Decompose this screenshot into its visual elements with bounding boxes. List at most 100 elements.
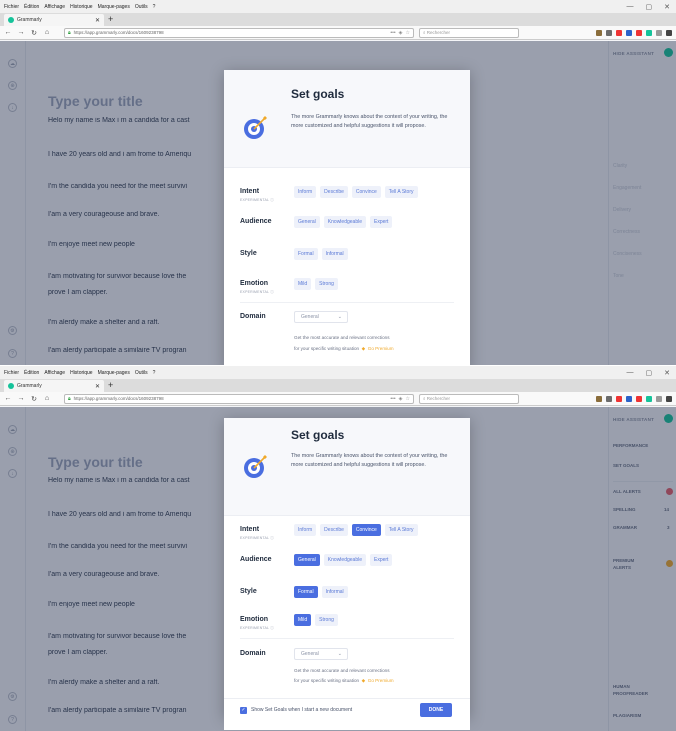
style-option[interactable]: Formal: [294, 248, 318, 260]
minimize-icon[interactable]: —: [627, 3, 634, 11]
emotion-option-selected[interactable]: Mild: [294, 614, 312, 626]
pocket-icon[interactable]: ◈: [399, 30, 403, 36]
audience-label: Audience: [240, 218, 272, 225]
menu-tools[interactable]: Outils: [135, 4, 148, 10]
reload-icon[interactable]: ↻: [30, 395, 38, 403]
library-icon[interactable]: [606, 395, 612, 402]
menu-hamburger-icon[interactable]: [666, 395, 672, 402]
menu-history[interactable]: Historique: [70, 4, 93, 10]
show-goals-checkbox[interactable]: ✓: [240, 707, 247, 714]
extension-pdf-icon[interactable]: [636, 29, 642, 36]
go-premium-link[interactable]: Go Premium: [368, 678, 394, 683]
style-options: Formal Informal: [294, 248, 348, 260]
search-input[interactable]: ⌕ Rechercher: [419, 27, 519, 38]
extension-red-icon[interactable]: [616, 29, 622, 36]
library-icon[interactable]: [606, 29, 612, 36]
menu-view[interactable]: Affichage: [44, 370, 65, 376]
download-icon[interactable]: [596, 29, 602, 36]
menu-help[interactable]: ?: [153, 370, 156, 376]
tab-title: Grammarly: [17, 383, 42, 389]
audience-option[interactable]: Knowledgeable: [323, 554, 366, 566]
intent-option-selected[interactable]: Convince: [351, 524, 381, 536]
intent-option[interactable]: Tell A Story: [384, 186, 418, 198]
menu-bar: Fichier Édition Affichage Historique Mar…: [0, 366, 676, 379]
forward-icon[interactable]: →: [17, 395, 25, 402]
page-actions-icon[interactable]: •••: [390, 396, 395, 402]
domain-select[interactable]: General ⌄: [294, 311, 348, 323]
menu-edit[interactable]: Édition: [24, 4, 39, 10]
maximize-icon[interactable]: ▢: [646, 3, 653, 11]
emotion-label: Emotion: [240, 280, 268, 287]
menu-help[interactable]: ?: [153, 4, 156, 10]
domain-note-line2: for your specific writing situation: [294, 346, 360, 351]
style-option[interactable]: Informal: [321, 586, 348, 598]
tab-close-icon[interactable]: ✕: [95, 17, 100, 24]
url-bar[interactable]: 🔒︎ https://app.grammarly.com/docs/160923…: [64, 393, 414, 404]
menu-bookmarks[interactable]: Marque-pages: [98, 4, 130, 10]
style-label: Style: [240, 588, 257, 595]
minimize-icon[interactable]: —: [627, 369, 634, 377]
new-tab-button[interactable]: +: [108, 14, 113, 24]
go-premium-link[interactable]: Go Premium: [368, 346, 394, 351]
menu-edit[interactable]: Édition: [24, 370, 39, 376]
window-controls: — ▢ ✕: [627, 369, 671, 377]
search-input[interactable]: ⌕ Rechercher: [419, 393, 519, 404]
extension-blue-icon[interactable]: [626, 395, 632, 402]
forward-icon[interactable]: →: [17, 29, 25, 36]
menu-bookmarks[interactable]: Marque-pages: [98, 370, 130, 376]
menu-hamburger-icon[interactable]: [666, 29, 672, 36]
audience-option[interactable]: General: [294, 216, 320, 228]
tab-grammarly[interactable]: Grammarly ✕: [4, 380, 104, 392]
intent-option[interactable]: Describe: [320, 186, 348, 198]
emotion-option[interactable]: Strong: [315, 614, 338, 626]
back-icon[interactable]: ←: [4, 29, 12, 36]
audience-option[interactable]: Knowledgeable: [323, 216, 366, 228]
audience-option[interactable]: Expert: [370, 554, 393, 566]
style-option-selected[interactable]: Formal: [294, 586, 318, 598]
emotion-option[interactable]: Strong: [315, 278, 338, 290]
menu-file[interactable]: Fichier: [4, 370, 19, 376]
menu-tools[interactable]: Outils: [135, 370, 148, 376]
pocket-icon[interactable]: ◈: [399, 396, 403, 402]
menu-view[interactable]: Affichage: [44, 4, 65, 10]
back-icon[interactable]: ←: [4, 395, 12, 402]
intent-option[interactable]: Describe: [320, 524, 348, 536]
extension-gray-icon[interactable]: [656, 29, 662, 36]
new-tab-button[interactable]: +: [108, 380, 113, 390]
menu-history[interactable]: Historique: [70, 370, 93, 376]
maximize-icon[interactable]: ▢: [646, 369, 653, 377]
close-window-icon[interactable]: ✕: [664, 3, 670, 11]
url-bar[interactable]: 🔒︎ https://app.grammarly.com/docs/160923…: [64, 27, 414, 38]
download-icon[interactable]: [596, 395, 602, 402]
extensions-toolbar: [596, 395, 672, 402]
done-button[interactable]: DONE: [420, 703, 452, 717]
reload-icon[interactable]: ↻: [30, 29, 38, 37]
tab-grammarly[interactable]: Grammarly ✕: [4, 14, 104, 26]
grammarly-extension-icon[interactable]: [646, 29, 652, 36]
tab-close-icon[interactable]: ✕: [95, 383, 100, 390]
page-actions-icon[interactable]: •••: [390, 30, 395, 36]
intent-option[interactable]: Convince: [351, 186, 381, 198]
extension-gray-icon[interactable]: [656, 395, 662, 402]
home-icon[interactable]: ⌂: [43, 29, 51, 36]
style-option[interactable]: Informal: [321, 248, 348, 260]
domain-note: for your specific writing situation ◆ Go…: [294, 344, 464, 353]
close-window-icon[interactable]: ✕: [664, 369, 670, 377]
intent-experimental-note: EXPERIMENTAL ⓘ: [240, 198, 274, 202]
extension-pdf-icon[interactable]: [636, 395, 642, 402]
audience-options: General Knowledgeable Expert: [294, 216, 393, 228]
extension-blue-icon[interactable]: [626, 29, 632, 36]
intent-option[interactable]: Inform: [294, 186, 317, 198]
bookmark-star-icon[interactable]: ☆: [406, 396, 410, 402]
domain-select[interactable]: General ⌄: [294, 648, 348, 660]
bookmark-star-icon[interactable]: ☆: [406, 30, 410, 36]
audience-option[interactable]: Expert: [370, 216, 393, 228]
home-icon[interactable]: ⌂: [43, 395, 51, 402]
menu-file[interactable]: Fichier: [4, 4, 19, 10]
audience-option-selected[interactable]: General: [294, 554, 320, 566]
intent-option[interactable]: Tell A Story: [384, 524, 418, 536]
extension-red-icon[interactable]: [616, 395, 622, 402]
grammarly-extension-icon[interactable]: [646, 395, 652, 402]
intent-option[interactable]: Inform: [294, 524, 317, 536]
emotion-option[interactable]: Mild: [294, 278, 312, 290]
